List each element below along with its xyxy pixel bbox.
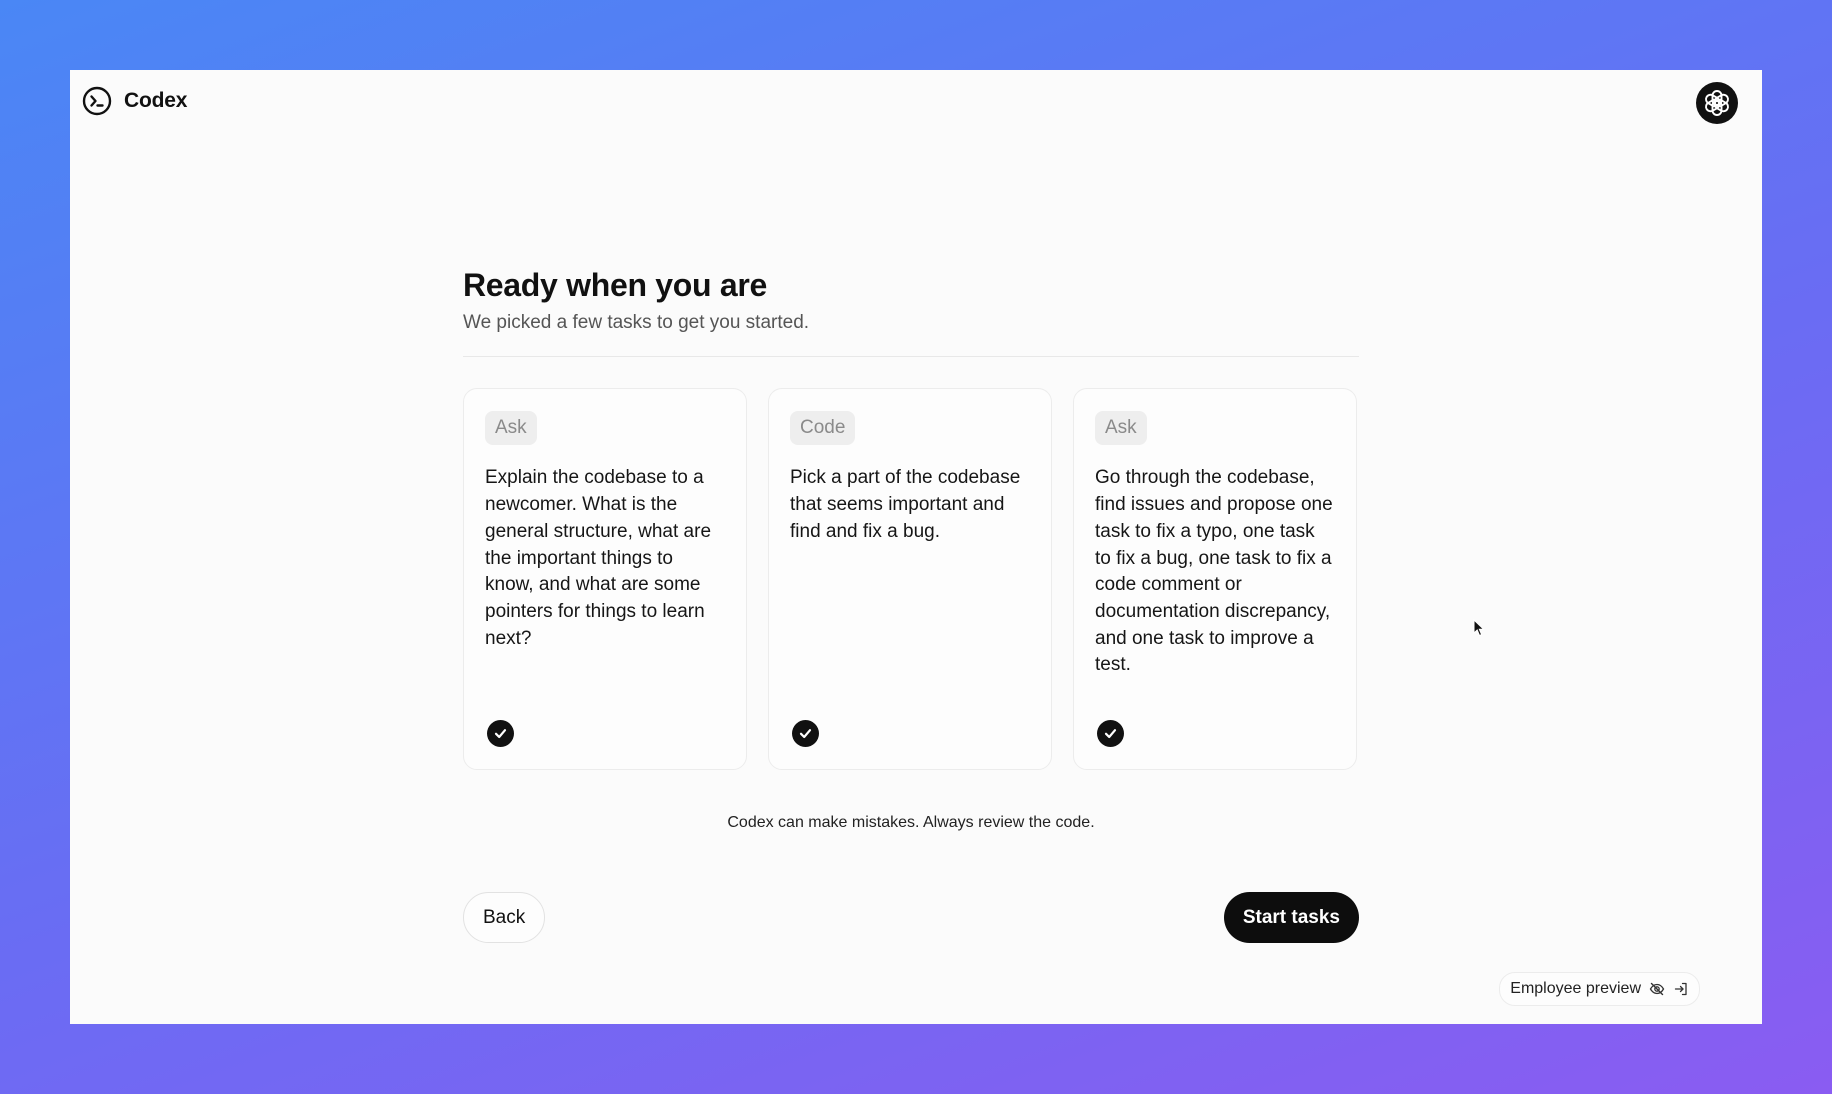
employee-preview-badge: Employee preview [1499,972,1700,1006]
divider [463,356,1359,358]
start-tasks-button[interactable]: Start tasks [1223,892,1359,944]
terminal-circle-icon [82,86,112,116]
page-title: Ready when you are [463,267,768,303]
task-type-badge: Code [790,411,856,446]
employee-preview-label: Employee preview [1510,980,1641,997]
openai-logo-icon [1705,90,1729,116]
mouse-cursor-icon [1473,619,1485,637]
back-button[interactable]: Back [463,892,546,944]
task-type-badge: Ask [485,411,537,446]
onboarding-panel: Ready when you are We picked a few tasks… [463,266,1359,944]
task-description: Go through the codebase, find issues and… [1095,467,1333,676]
task-card[interactable]: Code Pick a part of the codebase that se… [768,388,1052,771]
app-name: Codex [124,89,188,112]
task-type-badge: Ask [1095,411,1147,446]
brand[interactable]: Codex [82,86,187,116]
task-description: Pick a part of the codebase that seems i… [790,467,1021,542]
app-window: Codex Ready when you are We picked a few… [70,70,1762,1024]
eye-off-icon[interactable] [1649,981,1665,997]
checkmark-icon[interactable] [487,720,514,748]
task-cards: Ask Explain the codebase to a newcomer. … [463,388,1359,771]
page-subtitle: We picked a few tasks to get you started… [463,312,810,334]
avatar[interactable] [1696,82,1738,124]
task-card[interactable]: Ask Explain the codebase to a newcomer. … [463,388,747,771]
task-description: Explain the codebase to a newcomer. What… [485,467,712,649]
checkmark-icon[interactable] [792,720,819,748]
task-card[interactable]: Ask Go through the codebase, find issues… [1073,388,1357,771]
action-bar: Back Start tasks [463,892,1359,944]
checkmark-icon[interactable] [1097,720,1124,748]
disclaimer-text: Codex can make mistakes. Always review t… [727,814,1095,832]
sign-in-icon[interactable] [1673,981,1689,997]
